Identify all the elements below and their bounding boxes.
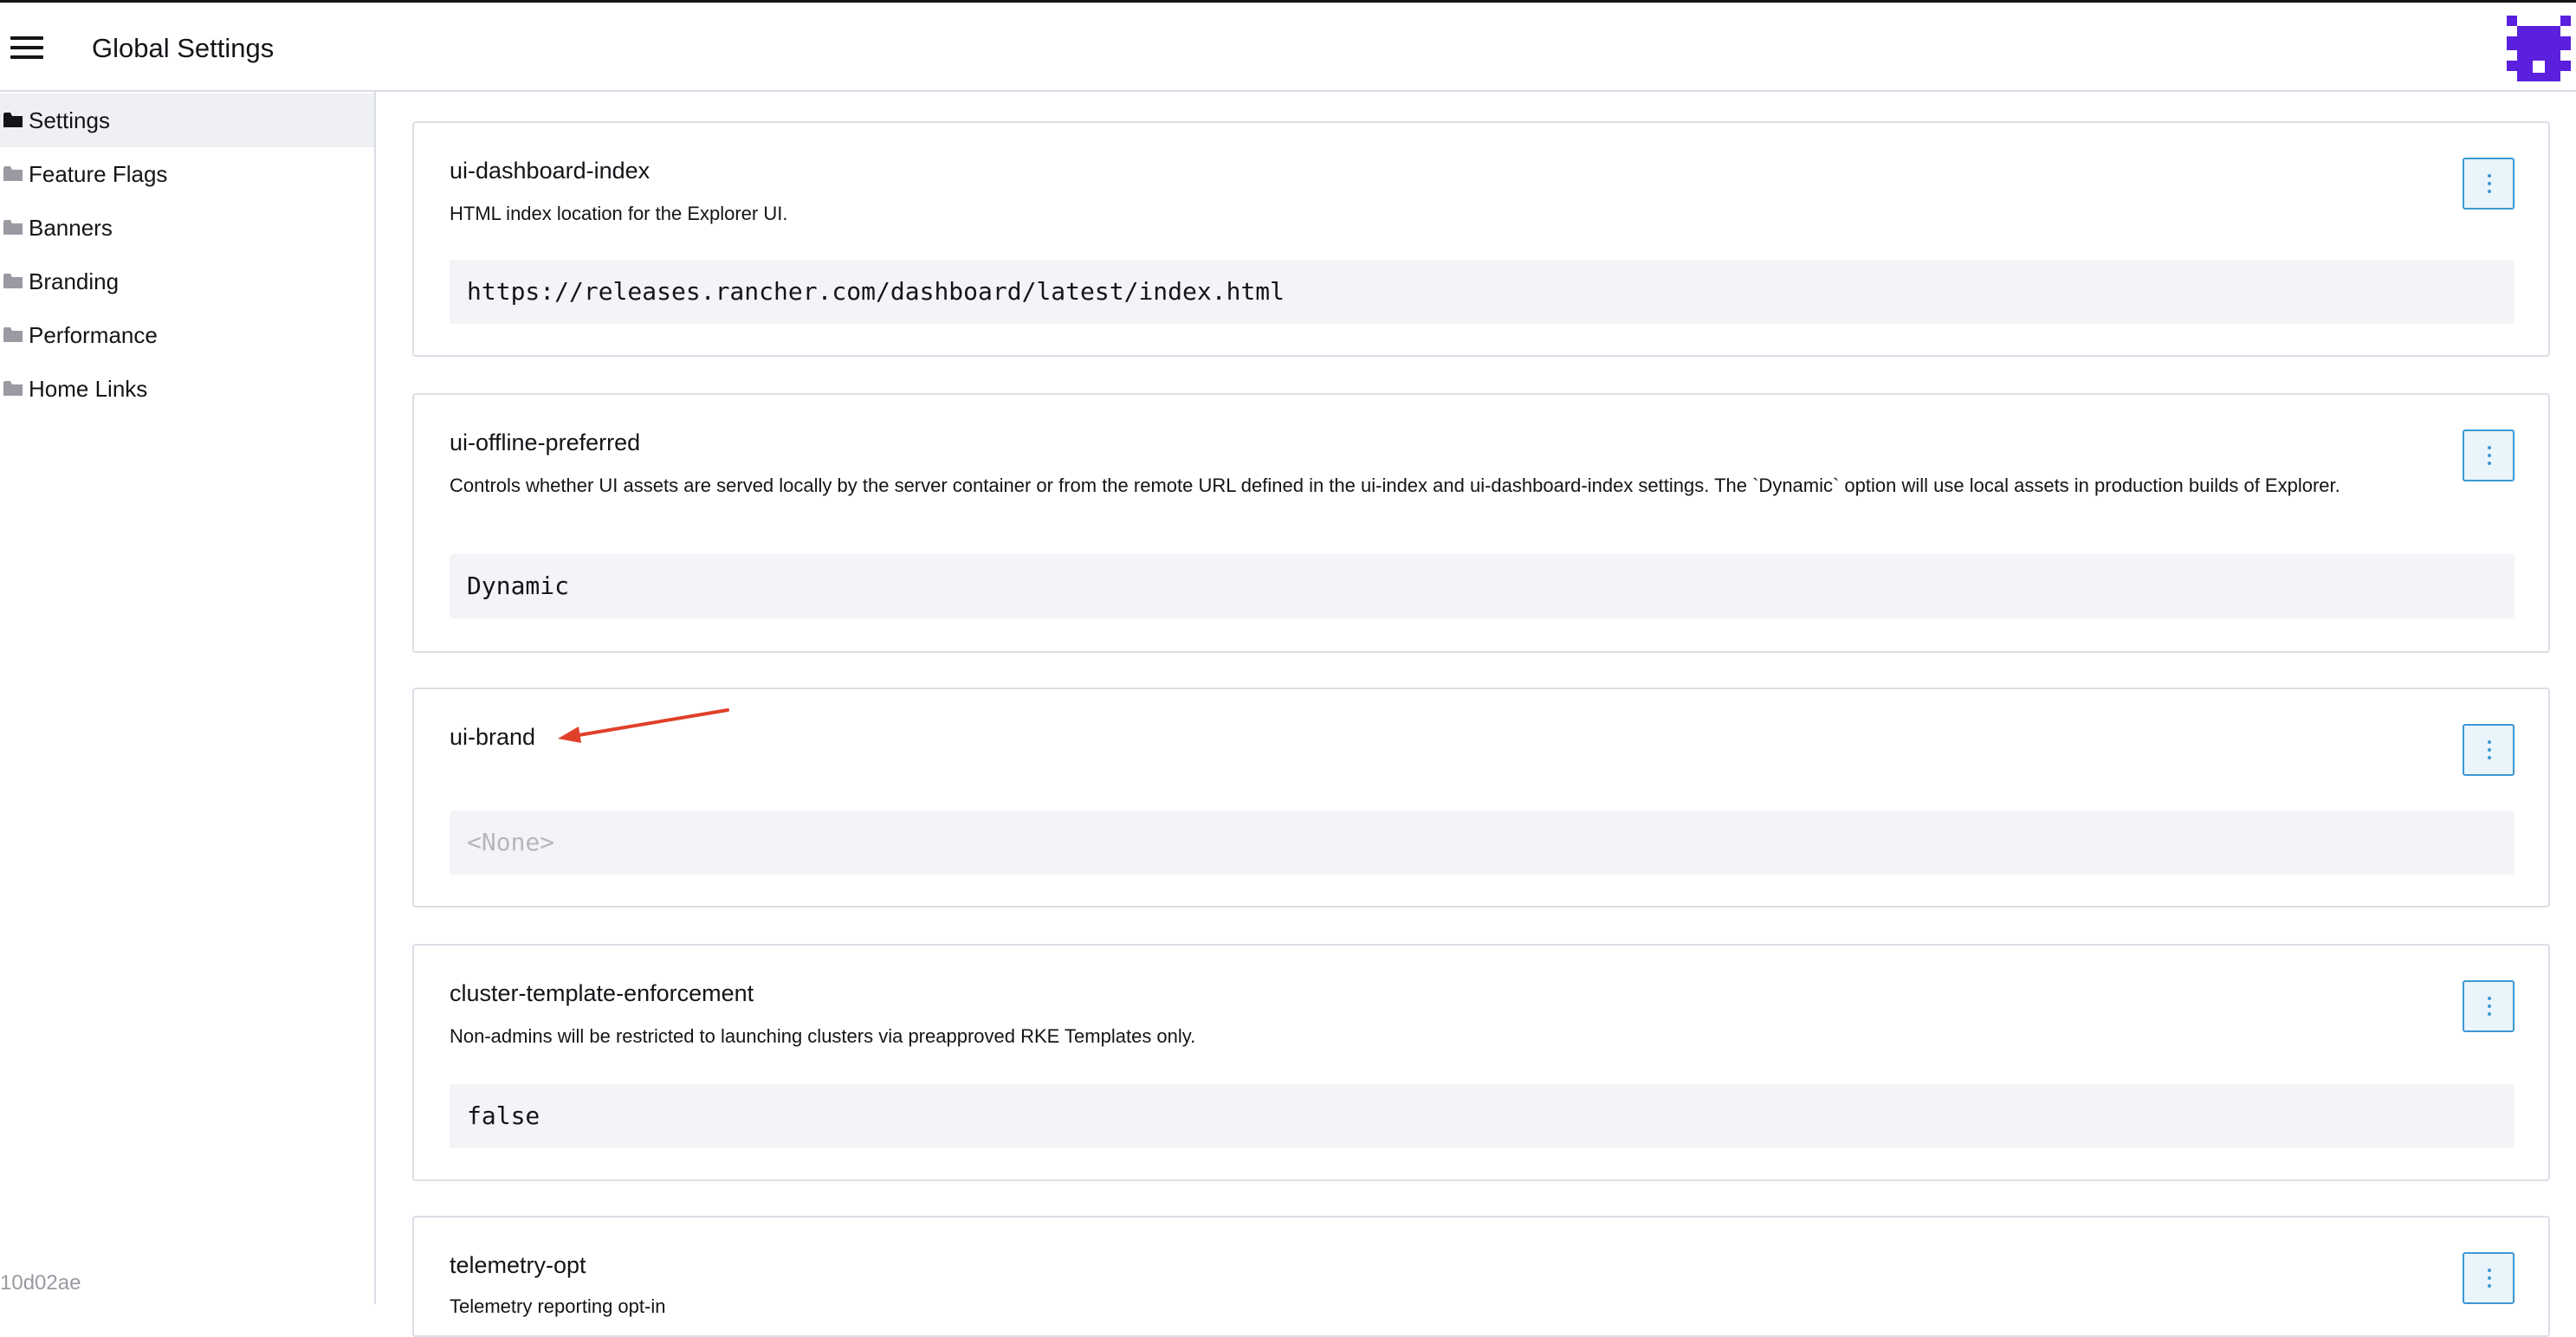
hamburger-menu-icon[interactable]: [10, 34, 45, 61]
sidebar-item-banners[interactable]: Banners: [0, 201, 374, 255]
setting-card-ui-offline-preferred: ui-offline-preferred Controls whether UI…: [412, 393, 2550, 653]
kebab-menu-icon[interactable]: [2463, 1252, 2515, 1304]
page-title: Global Settings: [92, 33, 275, 63]
sidebar-item-home-links[interactable]: Home Links: [0, 362, 374, 416]
sidebar-item-label: Settings: [29, 107, 110, 133]
sidebar-item-label: Performance: [29, 322, 158, 348]
folder-icon: [3, 381, 23, 396]
setting-name: cluster-template-enforcement: [450, 980, 754, 1006]
setting-name: ui-brand: [450, 724, 536, 750]
setting-card-ui-brand: ui-brand <None>: [412, 688, 2550, 907]
sidebar-item-settings[interactable]: Settings: [0, 94, 374, 147]
setting-card-cluster-template-enforcement: cluster-template-enforcement Non-admins …: [412, 944, 2550, 1181]
setting-name: telemetry-opt: [450, 1252, 586, 1278]
user-avatar-icon[interactable]: [2507, 16, 2571, 81]
sidebar-item-label: Branding: [29, 268, 120, 294]
kebab-menu-icon[interactable]: [2463, 724, 2515, 776]
kebab-menu-icon[interactable]: [2463, 980, 2515, 1032]
setting-description: Telemetry reporting opt-in: [450, 1295, 666, 1317]
folder-icon: [3, 220, 23, 235]
folder-icon: [3, 327, 23, 342]
folder-icon: [3, 166, 23, 181]
sidebar-item-label: Banners: [29, 215, 113, 241]
setting-name: ui-dashboard-index: [450, 158, 650, 184]
folder-open-icon: [3, 113, 23, 127]
setting-card-telemetry-opt: telemetry-opt Telemetry reporting opt-in: [412, 1216, 2550, 1337]
sidebar-item-label: Feature Flags: [29, 161, 168, 187]
kebab-menu-icon[interactable]: [2463, 430, 2515, 481]
setting-description: HTML index location for the Explorer UI.: [450, 203, 788, 224]
setting-value: false: [450, 1084, 2515, 1148]
top-header: Global Settings: [0, 0, 2576, 92]
folder-icon: [3, 274, 23, 288]
sidebar-item-branding[interactable]: Branding: [0, 255, 374, 308]
setting-value: https://releases.rancher.com/dashboard/l…: [450, 260, 2515, 324]
sidebar-item-performance[interactable]: Performance: [0, 308, 374, 362]
sidebar-item-label: Home Links: [29, 376, 148, 402]
build-version: 10d02ae: [0, 1271, 81, 1295]
kebab-menu-icon[interactable]: [2463, 158, 2515, 210]
setting-description: Controls whether UI assets are served lo…: [450, 475, 2340, 496]
sidebar-item-feature-flags[interactable]: Feature Flags: [0, 147, 374, 201]
sidebar: Settings Feature Flags Banners Branding …: [0, 92, 376, 1304]
setting-card-ui-dashboard-index: ui-dashboard-index HTML index location f…: [412, 121, 2550, 357]
setting-value: Dynamic: [450, 554, 2515, 618]
setting-description: Non-admins will be restricted to launchi…: [450, 1025, 1196, 1047]
annotation-arrow-icon: [558, 708, 729, 743]
setting-name: ui-offline-preferred: [450, 430, 641, 455]
setting-value: <None>: [450, 811, 2515, 875]
